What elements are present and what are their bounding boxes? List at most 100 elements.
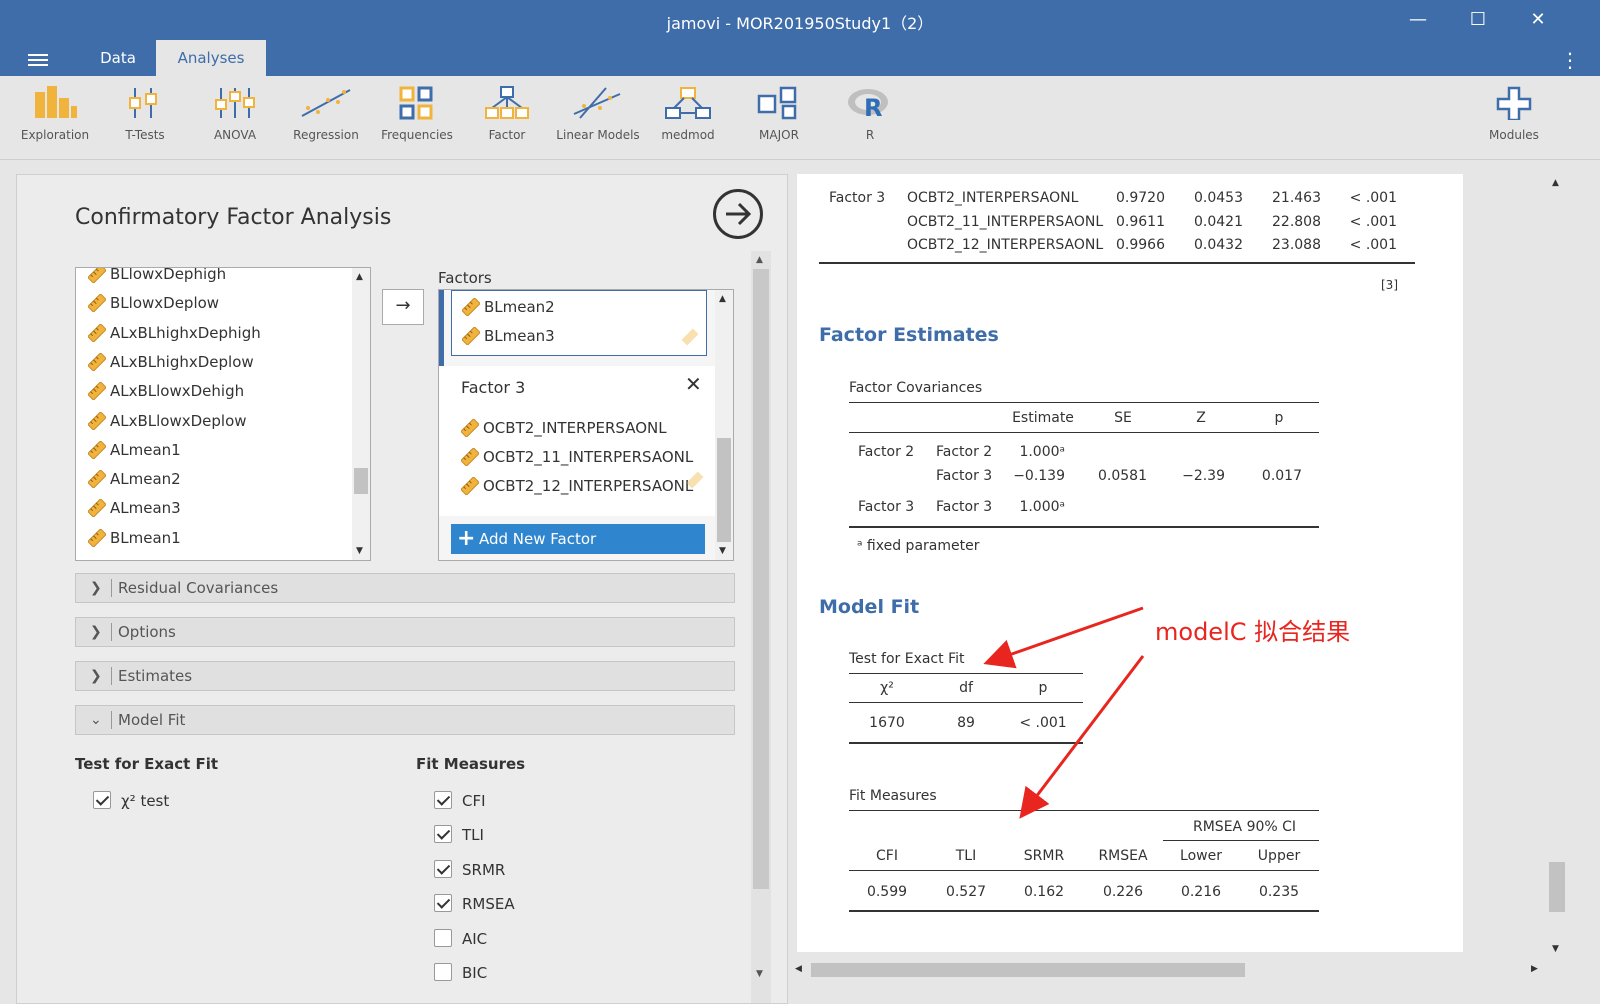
regression-icon — [301, 89, 351, 117]
fit-measure-checkbox[interactable] — [434, 894, 452, 913]
results-vertical-scrollbar[interactable]: ▲ ▼ — [1547, 174, 1567, 960]
options-scrollbar[interactable]: ▲ ▼ — [751, 251, 771, 1003]
variable-item[interactable]: ALxBLhighxDephigh — [82, 319, 261, 347]
scroll-down-icon[interactable]: ▼ — [356, 546, 363, 556]
scrollbar-thumb[interactable] — [811, 963, 1245, 977]
scroll-left-icon[interactable]: ◀ — [795, 964, 802, 974]
variable-item[interactable]: ALxBLlowxDeplow — [82, 407, 247, 435]
ruler-icon — [88, 411, 106, 430]
variables-list[interactable]: BLlowxDephigh BLlowxDeplow ALxBLhighxDephi… — [75, 267, 371, 561]
variable-item[interactable]: ALmean3 — [82, 494, 181, 522]
factor-item[interactable]: OCBT2_INTERPERSAONL — [455, 414, 667, 442]
scroll-right-icon[interactable]: ▶ — [1531, 964, 1538, 974]
factor-item[interactable]: OCBT2_11_INTERPERSAONL — [455, 443, 693, 471]
ribbon-modules[interactable]: Modules — [1469, 86, 1559, 142]
variable-label: BLlowxDephigh — [110, 267, 227, 283]
variable-item[interactable]: ALmean1 — [82, 436, 181, 464]
scroll-up-icon[interactable]: ▲ — [719, 294, 726, 304]
scroll-up-icon[interactable]: ▲ — [356, 272, 363, 282]
add-new-factor-button[interactable]: + Add New Factor — [451, 524, 705, 554]
section-model-fit[interactable]: ⌄ Model Fit — [75, 705, 735, 735]
menu-icon[interactable] — [28, 54, 48, 66]
ribbon-label: Linear Models — [556, 128, 640, 142]
close-window-icon[interactable]: ✕ — [1524, 6, 1552, 34]
scrollbar-thumb[interactable] — [354, 468, 368, 494]
factors-list[interactable]: BLmean2 BLmean3 Factor 3 ✕ OCBT2_INTERPER… — [438, 289, 734, 561]
factors-scrollbar[interactable]: ▲ ▼ — [715, 290, 733, 560]
plus-icon: + — [457, 526, 476, 551]
fit-measure-label: TLI — [462, 826, 484, 845]
scroll-down-icon[interactable]: ▼ — [1552, 944, 1559, 954]
ribbon-factor[interactable]: Factor — [462, 86, 552, 142]
more-options-icon[interactable]: ⋮ — [1560, 48, 1580, 72]
ruler-icon — [88, 323, 106, 342]
tab-data[interactable]: Data — [80, 40, 156, 76]
scroll-up-icon[interactable]: ▲ — [1552, 178, 1559, 188]
t-tests-icon — [129, 88, 157, 118]
factor-3-name[interactable]: Factor 3 — [461, 378, 525, 397]
variable-item[interactable]: ALmean2 — [82, 465, 181, 493]
ribbon-label: Regression — [293, 128, 359, 142]
fit-measure-checkbox[interactable] — [434, 859, 452, 878]
results-panel: Factor 3 OCBT2_INTERPERSAONL 0.9720 0.0453… — [789, 174, 1600, 1004]
variable-label: ALmean1 — [110, 440, 181, 459]
variables-scrollbar[interactable]: ▲ ▼ — [352, 268, 370, 560]
fit-measure-checkbox[interactable] — [434, 825, 452, 844]
results-horizontal-scrollbar[interactable]: ◀ ▶ — [789, 960, 1547, 980]
ribbon-major[interactable]: MAJOR — [734, 86, 824, 142]
factor-item[interactable]: BLmean2 — [456, 293, 555, 321]
fit-measure-checkbox[interactable] — [434, 963, 452, 981]
move-to-factor-button[interactable]: → — [382, 289, 424, 325]
factors-label: Factors — [438, 269, 492, 287]
section-residual-covariances[interactable]: ❯ Residual Covariances — [75, 573, 735, 603]
variable-item[interactable]: ALxBLlowxDehigh — [82, 377, 244, 405]
factor-item[interactable]: BLmean3 — [456, 322, 555, 350]
scroll-up-icon[interactable]: ▲ — [756, 255, 763, 265]
ruler-icon — [88, 440, 106, 459]
scroll-down-icon[interactable]: ▼ — [756, 969, 763, 979]
factor-item[interactable]: OCBT2_12_INTERPERSAONL — [455, 472, 693, 500]
maximize-icon[interactable]: ☐ — [1464, 6, 1492, 34]
variable-label: BLlowxDeplow — [110, 294, 220, 313]
factor-item-label: OCBT2_11_INTERPERSAONL — [483, 448, 694, 466]
section-estimates[interactable]: ❯ Estimates — [75, 661, 735, 691]
variable-item[interactable]: BLlowxDeplow — [82, 289, 219, 317]
ribbon-regression[interactable]: Regression — [281, 86, 371, 142]
fit-measure-label: BIC — [462, 964, 488, 982]
variable-item[interactable]: BLlowxDephigh — [82, 267, 227, 288]
arrow-right-circle-icon[interactable] — [713, 189, 763, 239]
ribbon-anova[interactable]: ANOVA — [190, 86, 280, 142]
section-options[interactable]: ❯ Options — [75, 617, 735, 647]
ribbon-medmod[interactable]: medmod — [643, 86, 733, 142]
variable-item[interactable]: BLmean1 — [82, 524, 181, 552]
variable-item[interactable]: ALxBLhighxDeplow — [82, 348, 254, 376]
variable-label: ALxBLhighxDeplow — [110, 352, 254, 371]
scrollbar-thumb[interactable] — [1549, 862, 1565, 912]
remove-factor-icon[interactable]: ✕ — [685, 372, 702, 396]
ribbon-linear-models[interactable]: Linear Models — [553, 86, 643, 142]
scrollbar-thumb[interactable] — [717, 438, 731, 542]
fit-measure-checkbox[interactable] — [434, 791, 452, 809]
ruler-icon — [88, 470, 106, 489]
chi-square-checkbox[interactable] — [93, 791, 111, 809]
anova-icon — [215, 88, 255, 118]
annotation-arrow-fit-measures — [1019, 655, 1145, 819]
ribbon-exploration[interactable]: Exploration — [10, 86, 100, 142]
ribbon-t-tests[interactable]: T-Tests — [100, 86, 190, 142]
chevron-right-icon: ❯ — [90, 580, 102, 596]
fit-measure-checkbox[interactable] — [434, 928, 452, 947]
scroll-down-icon[interactable]: ▼ — [719, 546, 726, 556]
factor-2-items[interactable]: BLmean2 BLmean3 — [451, 290, 707, 356]
medmod-icon — [665, 87, 711, 119]
ribbon-r[interactable]: R R — [825, 86, 915, 142]
ruler-icon — [88, 294, 106, 313]
variable-label: ALmean2 — [110, 470, 181, 489]
ribbon-frequencies[interactable]: Frequencies — [372, 86, 462, 142]
fit-measure-label: SRMR — [462, 860, 506, 879]
tab-analyses[interactable]: Analyses — [156, 40, 266, 76]
scrollbar-thumb[interactable] — [753, 269, 769, 889]
minimize-icon[interactable]: — — [1404, 6, 1432, 34]
plus-icon — [1496, 86, 1532, 120]
variable-label: BLmean1 — [110, 528, 181, 547]
variable-label: ALmean3 — [110, 499, 181, 518]
